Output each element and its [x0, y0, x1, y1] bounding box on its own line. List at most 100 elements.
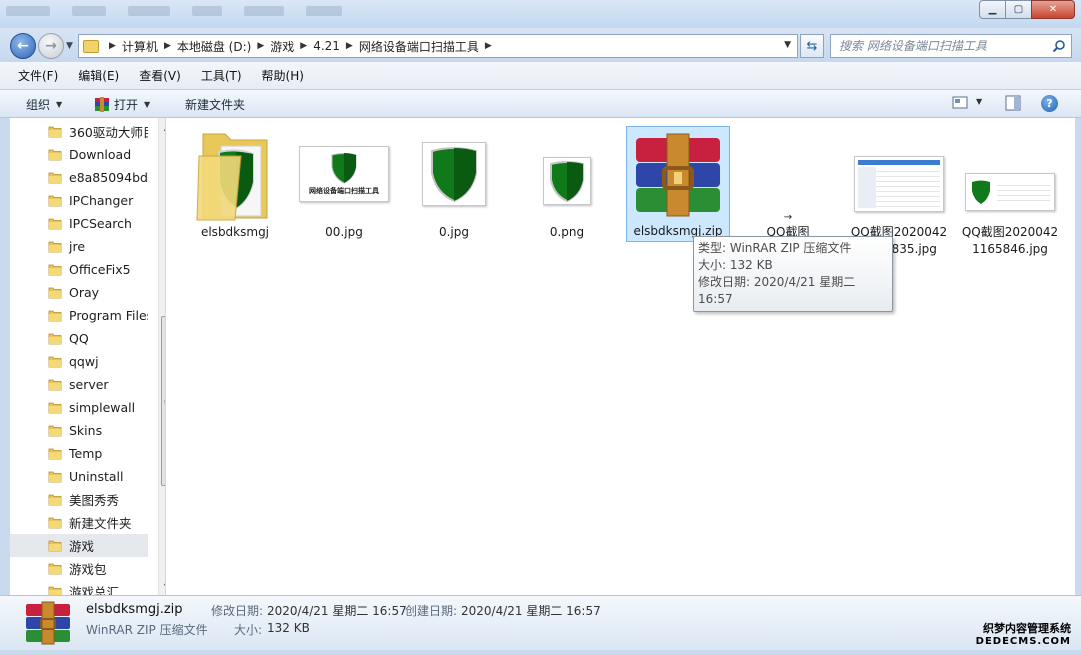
menu-tools[interactable]: 工具(T) [191, 67, 252, 84]
nav-folder-item[interactable]: Oray [10, 281, 148, 304]
thumbnail-caption: 网络设备端口扫描工具 [309, 187, 379, 195]
search-box[interactable] [830, 34, 1072, 58]
file-item-00-jpg[interactable]: 网络设备端口扫描工具 00.jpg [292, 124, 396, 241]
nav-folder-item[interactable]: qqwj [10, 350, 148, 373]
back-button[interactable]: ← [10, 33, 36, 59]
file-name: 0.png [549, 225, 585, 239]
nav-folder-item[interactable]: 游戏 [10, 534, 148, 557]
minimize-button[interactable]: ▁ [979, 0, 1006, 19]
address-row: ← → ▼ ▶ 计算机 ▶ 本地磁盘 (D:) ▶ 游戏 ▶ 4.21 ▶ 网络… [0, 28, 1081, 62]
blurred-title-tabs [6, 6, 342, 16]
folder-icon [48, 563, 62, 575]
file-item-qq-screenshot-3[interactable]: QQ截图20200421165846.jpg [958, 124, 1062, 258]
image-thumbnail [543, 157, 591, 205]
nav-folder-item[interactable]: Temp [10, 442, 148, 465]
nav-folder-item[interactable]: OfficeFix5 [10, 258, 148, 281]
folder-icon [48, 310, 62, 322]
chevron-right-icon[interactable]: ▶ [346, 41, 353, 51]
folder-icon [48, 172, 62, 184]
breadcrumb-games[interactable]: 游戏 [270, 38, 294, 55]
search-icon[interactable] [1052, 39, 1066, 53]
nav-folder-item[interactable]: Download [10, 143, 148, 166]
folder-icon [48, 471, 62, 483]
chevron-right-icon[interactable]: ▶ [485, 41, 492, 51]
file-name: elsbdksmgj [200, 225, 270, 239]
nav-folder-label: OfficeFix5 [69, 262, 131, 277]
address-history-dropdown[interactable]: ▼ [784, 40, 791, 50]
close-button[interactable]: ✕ [1031, 0, 1075, 19]
nav-folder-item[interactable]: 美图秀秀 [10, 488, 148, 511]
file-item-0-png[interactable]: 0.png [515, 124, 619, 241]
nav-folder-item[interactable]: Skins [10, 419, 148, 442]
organize-button[interactable]: 组织 ▼ [26, 96, 62, 113]
chevron-right-icon[interactable]: ▶ [164, 41, 171, 51]
breadcrumb-4-21[interactable]: 4.21 [313, 39, 340, 53]
winrar-icon [95, 97, 109, 112]
file-tooltip: 类型: WinRAR ZIP 压缩文件 大小: 132 KB 修改日期: 202… [693, 236, 893, 312]
file-item-0-jpg[interactable]: 0.jpg [402, 124, 506, 241]
file-item-zip[interactable]: elsbdksmgj.zip [626, 126, 730, 242]
menu-view[interactable]: 查看(V) [129, 67, 191, 84]
winrar-archive-icon [636, 133, 720, 217]
nav-folder-label: IPCSearch [69, 216, 132, 231]
nav-folder-item[interactable]: simplewall [10, 396, 148, 419]
chevron-right-icon[interactable]: ▶ [109, 41, 116, 51]
forward-button[interactable]: → [38, 33, 64, 59]
breadcrumb-computer[interactable]: 计算机 [122, 38, 158, 55]
breadcrumb-drive-d[interactable]: 本地磁盘 (D:) [177, 38, 251, 55]
breadcrumb-current-folder[interactable]: 网络设备端口扫描工具 [359, 38, 479, 55]
nav-folder-item[interactable]: IPChanger [10, 189, 148, 212]
nav-folder-label: Temp [69, 446, 103, 461]
file-item-qq-screenshot-1[interactable]: → QQ截图 [736, 124, 840, 241]
nav-folder-item[interactable]: 新建文件夹 [10, 511, 148, 534]
nav-folder-label: Uninstall [69, 469, 124, 484]
window-bottom-border [0, 650, 1081, 655]
nav-folder-item[interactable]: IPCSearch [10, 212, 148, 235]
folder-tree: 360驱动大师目 Download e8a85094bdb IPChanger IPCS… [10, 120, 148, 595]
nav-folder-item[interactable]: e8a85094bdb [10, 166, 148, 189]
nav-folder-item[interactable]: 游戏包 [10, 557, 148, 580]
folder-icon [48, 149, 62, 161]
tooltip-size: 大小: 132 KB [698, 258, 773, 272]
watermark: 织梦内容管理系统 DEDECMS.COM [976, 620, 1071, 647]
maximize-button[interactable]: ▢ [1005, 0, 1032, 19]
nav-folder-item[interactable]: jre [10, 235, 148, 258]
file-item-folder[interactable]: elsbdksmgj [183, 124, 287, 241]
chevron-down-icon: ▼ [56, 100, 63, 109]
nav-folder-label: 游戏包 [69, 562, 107, 577]
address-bar[interactable]: ▶ 计算机 ▶ 本地磁盘 (D:) ▶ 游戏 ▶ 4.21 ▶ 网络设备端口扫描… [78, 34, 798, 58]
nav-folder-item[interactable]: QQ [10, 327, 148, 350]
menu-help[interactable]: 帮助(H) [252, 67, 314, 84]
shield-icon [972, 180, 990, 204]
file-list: elsbdksmgj 网络设备端口扫描工具 00.jpg 0.jpg 0.png [166, 118, 1075, 595]
folder-icon [48, 517, 62, 529]
nav-folder-item[interactable]: 游戏总汇 [10, 580, 148, 595]
refresh-button[interactable]: ⇆ [800, 34, 824, 58]
open-button[interactable]: 打开 ▼ [94, 96, 150, 113]
scroll-up-arrow[interactable]: ▲ [159, 120, 165, 134]
chevron-down-icon[interactable]: ▼ [976, 97, 982, 106]
nav-scrollbar[interactable]: ▲ ≡ ▼ [158, 118, 165, 595]
nav-folder-item[interactable]: server [10, 373, 148, 396]
nav-folder-label: Skins [69, 423, 103, 438]
scroll-down-arrow[interactable]: ▼ [159, 579, 165, 593]
menu-edit[interactable]: 编辑(E) [68, 67, 129, 84]
preview-pane-icon[interactable] [1005, 95, 1021, 111]
view-options-icon[interactable] [952, 95, 968, 110]
chevron-right-icon[interactable]: ▶ [300, 41, 307, 51]
tooltip-type: 类型: WinRAR ZIP 压缩文件 [698, 241, 852, 255]
nav-folder-item[interactable]: 360驱动大师目 [10, 120, 148, 143]
nav-folder-item[interactable]: Program Files [10, 304, 148, 327]
menu-file[interactable]: 文件(F) [8, 67, 68, 84]
chevron-right-icon[interactable]: ▶ [257, 41, 264, 51]
search-input[interactable] [839, 39, 1039, 53]
help-icon[interactable]: ? [1041, 95, 1058, 112]
nav-folder-item[interactable]: Uninstall [10, 465, 148, 488]
organize-label: 组织 [26, 98, 51, 112]
menu-bar: 文件(F) 编辑(E) 查看(V) 工具(T) 帮助(H) [0, 62, 1081, 90]
chevron-down-icon: ▼ [144, 100, 151, 109]
scroll-thumb[interactable]: ≡ [161, 316, 165, 486]
recent-pages-dropdown[interactable]: ▼ [66, 41, 73, 51]
new-folder-button[interactable]: 新建文件夹 [185, 96, 245, 113]
file-name: QQ截图20200421165846.jpg [961, 225, 1059, 256]
